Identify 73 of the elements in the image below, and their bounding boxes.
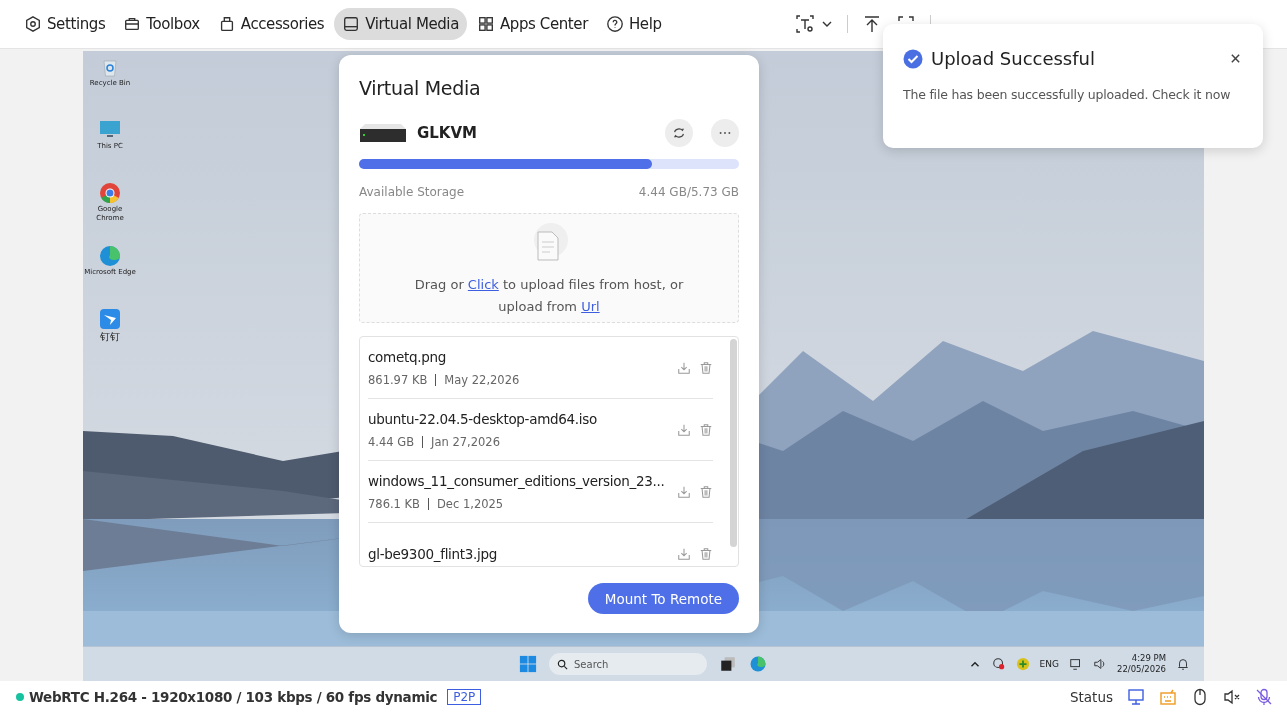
monitor-icon[interactable] (1127, 688, 1145, 706)
keyboard-icon[interactable] (1159, 688, 1177, 706)
speaker-muted-icon[interactable] (1223, 688, 1241, 706)
drive-icon (342, 15, 361, 33)
toast-message: The file has been successfully uploaded. Check it now (903, 87, 1232, 102)
mount-button[interactable]: Mount To Remote (587, 583, 739, 614)
browser-icon[interactable] (749, 655, 767, 673)
upload-instructions: Drag or Click to upload files from host, or upload from Url (414, 276, 684, 316)
p2p-badge: P2P (447, 689, 482, 705)
download-icon[interactable] (677, 360, 691, 375)
file-name: ubuntu-22.04.5-desktop-amd64.iso (368, 410, 598, 427)
nav-tab[interactable]: Apps Center (468, 8, 596, 40)
nav-tab[interactable]: Toolbox (115, 8, 208, 40)
drive-icon (359, 123, 407, 143)
file-date: Dec 1,2025 (437, 496, 504, 511)
delete-icon[interactable] (699, 422, 713, 437)
toast-title: Upload Successful (931, 48, 1096, 69)
file-date: Jan 27,2026 (431, 434, 500, 449)
nav-tab[interactable]: Virtual Media (334, 8, 467, 40)
download-icon[interactable] (677, 484, 691, 499)
url-link[interactable]: Url (581, 299, 600, 314)
text-recognition-icon[interactable] (795, 14, 815, 34)
stream-info: WebRTC H.264 - 1920x1080 / 103 kbps / 60 fps dynamic (29, 689, 438, 705)
click-link[interactable]: Click (467, 277, 499, 292)
close-icon[interactable] (1230, 53, 1241, 64)
nav-tab[interactable]: Settings (16, 8, 114, 40)
volume-icon[interactable] (1093, 657, 1107, 671)
settings-icon (24, 15, 42, 33)
microphone-off-icon[interactable] (1255, 688, 1273, 706)
clock[interactable]: 4:29 PM 22/05/2026 (1117, 653, 1166, 675)
grid-icon (476, 15, 495, 33)
file-size: 786.1 KB (368, 496, 420, 511)
file-date: May 22,2026 (444, 372, 520, 387)
toolbox-icon (123, 15, 142, 33)
upload-icon[interactable] (862, 14, 882, 34)
network-icon[interactable] (1069, 657, 1083, 671)
search-field[interactable]: Search (549, 653, 707, 675)
bell-icon[interactable] (1176, 657, 1190, 671)
download-icon[interactable] (677, 422, 691, 437)
language-indicator[interactable]: ENG (1039, 659, 1059, 669)
scrollbar[interactable] (730, 339, 737, 547)
dialog-title: Virtual Media (359, 77, 482, 99)
refresh-icon (672, 126, 686, 140)
file-size: 4.44 GB (368, 434, 415, 449)
app-icon[interactable] (98, 307, 122, 331)
browser-icon[interactable] (98, 244, 122, 268)
desktop-icon-label: 钉钉 (100, 331, 120, 342)
task-view-icon[interactable] (719, 655, 737, 673)
search-icon (557, 658, 568, 670)
sync-icon[interactable] (991, 657, 1006, 671)
file-name: gl-be9300_flint3.jpg (368, 545, 499, 562)
connection-dot (16, 693, 24, 701)
delete-icon[interactable] (699, 360, 713, 375)
storage-label: Available Storage (359, 185, 465, 199)
status-label[interactable]: Status (1069, 689, 1113, 705)
plus-circle-icon[interactable] (1015, 657, 1030, 671)
nav-tab[interactable]: Accessories (209, 8, 333, 40)
download-icon[interactable] (677, 546, 691, 561)
file-name: cometq.png (368, 348, 447, 365)
device-name: GLKVM (417, 124, 479, 142)
nav-tab[interactable]: Help (597, 8, 670, 40)
storage-reading: 4.44 GB/5.73 GB (638, 185, 739, 199)
delete-icon[interactable] (699, 484, 713, 499)
upload-drop-zone[interactable]: Drag or Click to upload files from host, or upload from Url (359, 213, 739, 323)
help-icon (605, 15, 624, 33)
delete-icon[interactable] (699, 546, 713, 561)
browser-icon[interactable] (98, 181, 122, 205)
windows-logo-icon[interactable] (519, 655, 537, 673)
file-size: 861.97 KB (368, 372, 428, 387)
file-name: windows_11_consumer_editions_version_23... (368, 472, 666, 489)
refresh-button[interactable] (665, 119, 693, 147)
mouse-icon[interactable] (1191, 688, 1209, 706)
check-circle-icon (903, 48, 923, 69)
